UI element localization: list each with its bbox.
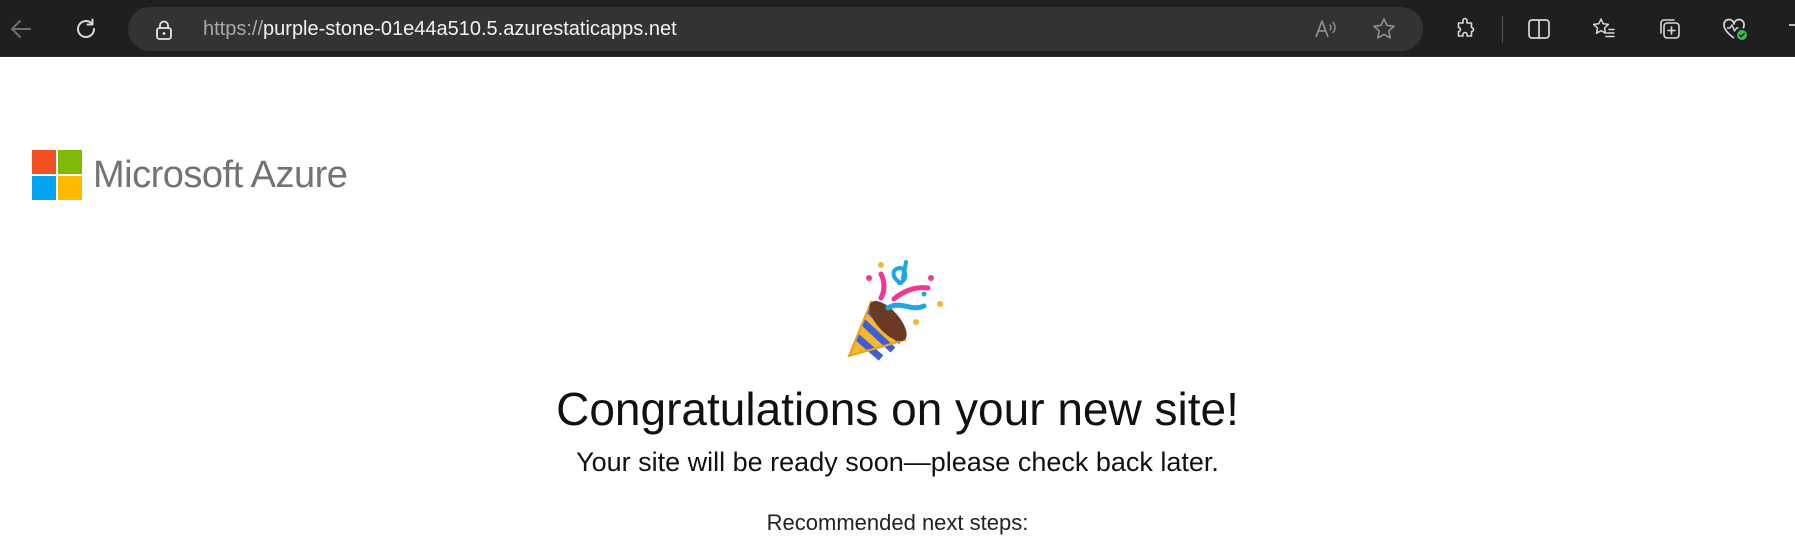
favorite-button[interactable] <box>1365 10 1403 48</box>
page-subtitle: Your site will be ready soon—please chec… <box>576 447 1219 477</box>
url-scheme: https:// <box>203 18 264 40</box>
url-text[interactable]: https://purple-stone-01e44a510.5.azurest… <box>203 7 677 51</box>
next-steps-heading: Recommended next steps: <box>766 510 1029 535</box>
read-aloud-button[interactable] <box>1307 10 1345 48</box>
party-popper-icon <box>841 260 951 362</box>
collections-button[interactable] <box>1651 10 1689 48</box>
refresh-icon <box>73 16 99 42</box>
browser-toolbar: https://purple-stone-01e44a510.5.azurest… <box>0 0 1795 57</box>
browser-essentials-button[interactable] <box>1716 10 1754 48</box>
address-bar[interactable]: https://purple-stone-01e44a510.5.azurest… <box>128 7 1423 51</box>
url-host: purple-stone-01e44a510.5.azurestaticapps… <box>263 18 677 40</box>
split-screen-button[interactable] <box>1520 10 1558 48</box>
toolbar-divider <box>1502 16 1503 42</box>
overflow-menu-edge[interactable] <box>1789 24 1795 26</box>
refresh-button[interactable] <box>67 10 105 48</box>
page-title: Congratulations on your new site! <box>556 383 1239 435</box>
logo-text: Microsoft Azure <box>93 153 348 196</box>
browser-essentials-icon <box>1721 16 1749 42</box>
extensions-icon <box>1453 16 1479 42</box>
favorites-icon <box>1591 16 1617 42</box>
extensions-button[interactable] <box>1447 10 1485 48</box>
split-screen-icon <box>1526 16 1552 42</box>
favorite-star-icon <box>1371 16 1397 42</box>
lock-icon[interactable] <box>154 19 174 46</box>
collections-icon <box>1657 16 1683 42</box>
microsoft-azure-logo: Microsoft Azure <box>32 150 348 200</box>
microsoft-logo-icon <box>32 150 82 200</box>
read-aloud-icon <box>1313 16 1339 42</box>
favorites-button[interactable] <box>1585 10 1623 48</box>
back-icon <box>8 16 34 42</box>
back-button[interactable] <box>2 10 40 48</box>
